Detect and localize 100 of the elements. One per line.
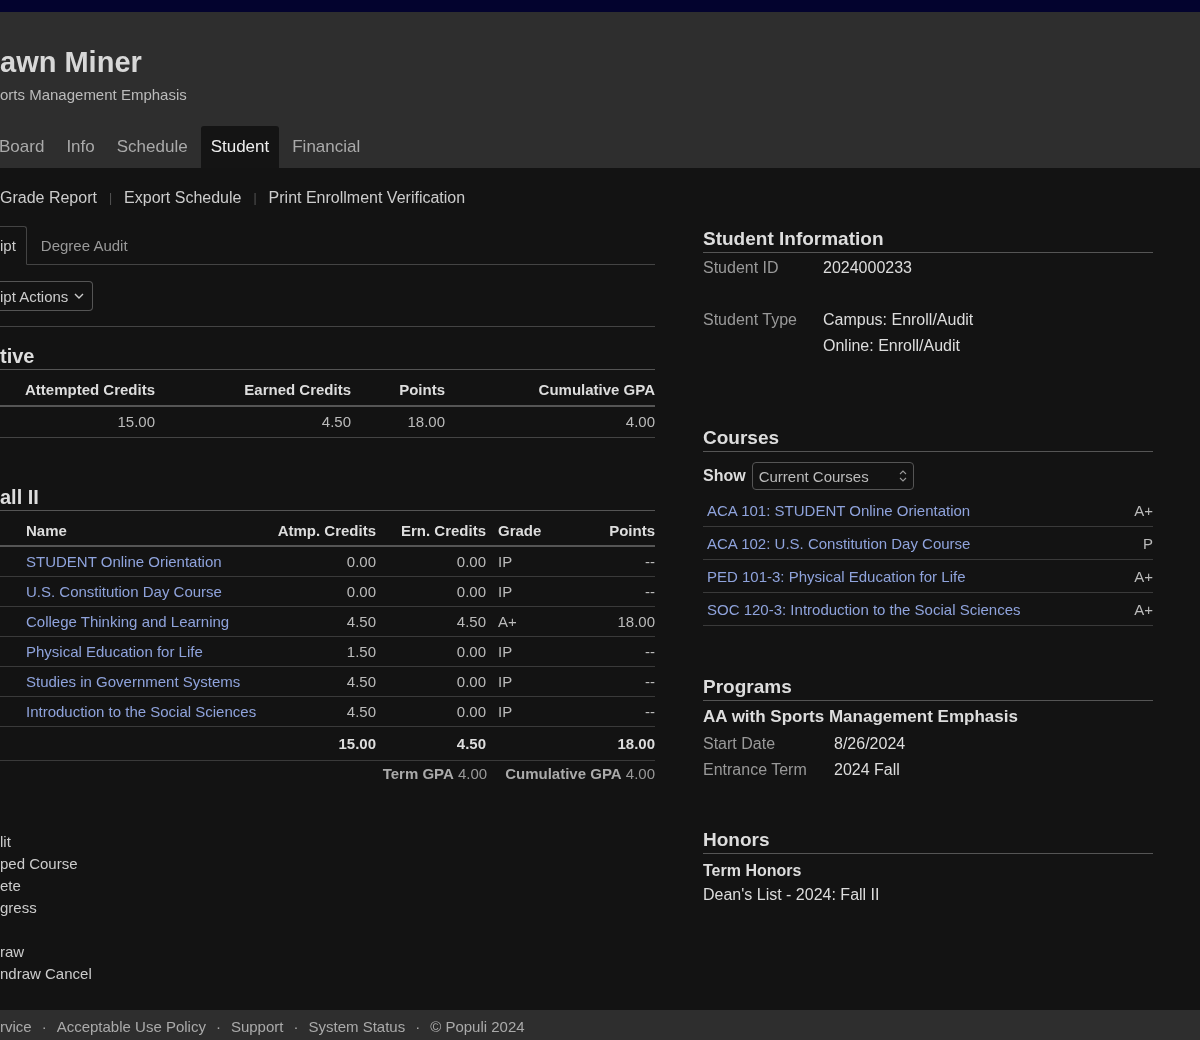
table-cell: IP: [486, 577, 540, 607]
field-value: Campus: Enroll/Audit: [823, 311, 975, 329]
table-cell: 4.50: [264, 667, 376, 697]
action-link[interactable]: Grade Report: [0, 189, 97, 207]
column-header: Points: [540, 516, 655, 547]
footer-link[interactable]: Acceptable Use Policy: [56, 1014, 206, 1040]
total-cell: 15.00: [264, 727, 376, 761]
footer-link[interactable]: rvice: [0, 1014, 32, 1040]
gpa-summary: Term GPA 4.00: [382, 764, 488, 784]
table-cell: 0.00: [264, 577, 376, 607]
table-cell: 0.00: [376, 697, 486, 727]
table-cell: 0.00: [376, 637, 486, 667]
table-cell: A+: [486, 607, 540, 637]
table-cell: --: [540, 547, 655, 577]
action-link[interactable]: Print Enrollment Verification: [268, 189, 466, 207]
table-cell: 18.00: [351, 407, 445, 438]
table-cell: 15.00: [0, 407, 155, 438]
legend-text: ndraw Cancel: [0, 965, 92, 982]
table-cell: 0.00: [376, 577, 486, 607]
nav-tab[interactable]: Info: [54, 126, 107, 168]
course-link[interactable]: Physical Education for Life: [26, 640, 203, 663]
course-link[interactable]: College Thinking and Learning: [26, 610, 230, 633]
separator: ·: [415, 1017, 421, 1037]
course-grade: A+: [1134, 567, 1153, 585]
table-cell: 4.50: [264, 607, 376, 637]
course-link[interactable]: SOC 120-3: Introduction to the Social Sciences: [707, 600, 1021, 618]
course-link[interactable]: PED 101-3: Physical Education for Life: [707, 567, 966, 585]
table-cell: 0.00: [264, 547, 376, 577]
separator: ·: [293, 1017, 299, 1037]
field-label: Student ID: [703, 259, 780, 277]
section-heading: Programs: [703, 674, 1153, 701]
section-heading: Courses: [703, 425, 1153, 452]
table-cell: IP: [486, 637, 540, 667]
chevron-down-icon: [74, 293, 85, 299]
separator: ·: [215, 1017, 221, 1037]
field-label: Start Date: [703, 735, 777, 753]
program-subtitle: orts Management Emphasis: [0, 86, 188, 105]
field-value: 2024 Fall: [834, 761, 901, 779]
legend-text: ped Course: [0, 855, 78, 872]
separator: |: [108, 191, 113, 205]
field-label: Entrance Term: [703, 761, 808, 779]
nav-tab[interactable]: Financial: [280, 126, 373, 168]
table-cell: --: [540, 577, 655, 607]
total-cell: 18.00: [540, 727, 655, 761]
table-cell: 1.50: [264, 637, 376, 667]
program-name: AA with Sports Management Emphasis: [703, 707, 1019, 727]
sub-tab[interactable]: ipt: [0, 226, 27, 265]
table-cell: --: [540, 667, 655, 697]
total-cell: 4.50: [376, 727, 486, 761]
table-cell: IP: [486, 697, 540, 727]
footer-link[interactable]: System Status: [308, 1014, 406, 1040]
action-link[interactable]: Export Schedule: [124, 189, 242, 207]
copyright-text: © Populi 2024: [430, 1017, 525, 1037]
column-header: Ern. Credits: [376, 516, 486, 547]
honors-subtitle: Term Honors: [703, 862, 803, 880]
legend-text: gress: [0, 899, 37, 916]
footer-link[interactable]: Support: [230, 1014, 284, 1040]
up-down-chevron-icon: [898, 469, 907, 483]
table-cell: 0.00: [376, 547, 486, 577]
course-filter-select[interactable]: Current Courses: [751, 462, 914, 490]
table-cell: --: [540, 697, 655, 727]
section-heading: tive: [0, 343, 655, 370]
student-name: awn Miner: [0, 45, 143, 80]
course-link[interactable]: STUDENT Online Orientation: [26, 550, 222, 573]
table-cell: 4.00: [445, 407, 655, 438]
course-grade: A+: [1134, 501, 1153, 519]
course-link[interactable]: Studies in Government Systems: [26, 670, 241, 693]
table-cell: 18.00: [540, 607, 655, 637]
sub-tab[interactable]: Degree Audit: [26, 226, 142, 264]
table-cell: IP: [486, 667, 540, 697]
section-heading: Student Information: [703, 226, 1153, 253]
course-link[interactable]: ACA 102: U.S. Constitution Day Course: [707, 534, 971, 552]
table-cell: 4.50: [376, 607, 486, 637]
course-link[interactable]: U.S. Constitution Day Course: [26, 580, 222, 603]
gpa-summary: Cumulative GPA 4.00: [505, 764, 655, 784]
table-cell: 4.50: [155, 407, 351, 438]
course-link[interactable]: Introduction to the Social Sciences: [26, 700, 257, 723]
column-header: Name: [0, 516, 264, 547]
section-heading: all II: [0, 484, 655, 511]
table-cell: --: [540, 637, 655, 667]
nav-tab[interactable]: Board: [0, 126, 57, 168]
legend-text: raw: [0, 943, 25, 960]
course-link[interactable]: ACA 101: STUDENT Online Orientation: [707, 501, 971, 519]
actions-menu-button[interactable]: ipt Actions: [0, 281, 94, 311]
separator: |: [253, 191, 257, 205]
column-header: Atmp. Credits: [264, 516, 376, 547]
table-cell: 4.50: [264, 697, 376, 727]
column-header: Cumulative GPA: [445, 375, 655, 407]
field-value: 2024000233: [823, 259, 913, 277]
field-label: Student Type: [703, 311, 798, 330]
section-heading: Honors: [703, 827, 1153, 854]
course-grade: P: [1143, 534, 1153, 552]
nav-tab[interactable]: Student: [200, 126, 280, 168]
legend-text: lit: [0, 833, 11, 850]
table-cell: IP: [486, 547, 540, 577]
field-value: Online: Enroll/Audit: [823, 337, 961, 355]
nav-tab[interactable]: Schedule: [104, 126, 200, 168]
column-header: Attempted Credits: [0, 375, 155, 407]
separator: ·: [41, 1017, 47, 1037]
field-value: 8/26/2024: [834, 735, 907, 753]
